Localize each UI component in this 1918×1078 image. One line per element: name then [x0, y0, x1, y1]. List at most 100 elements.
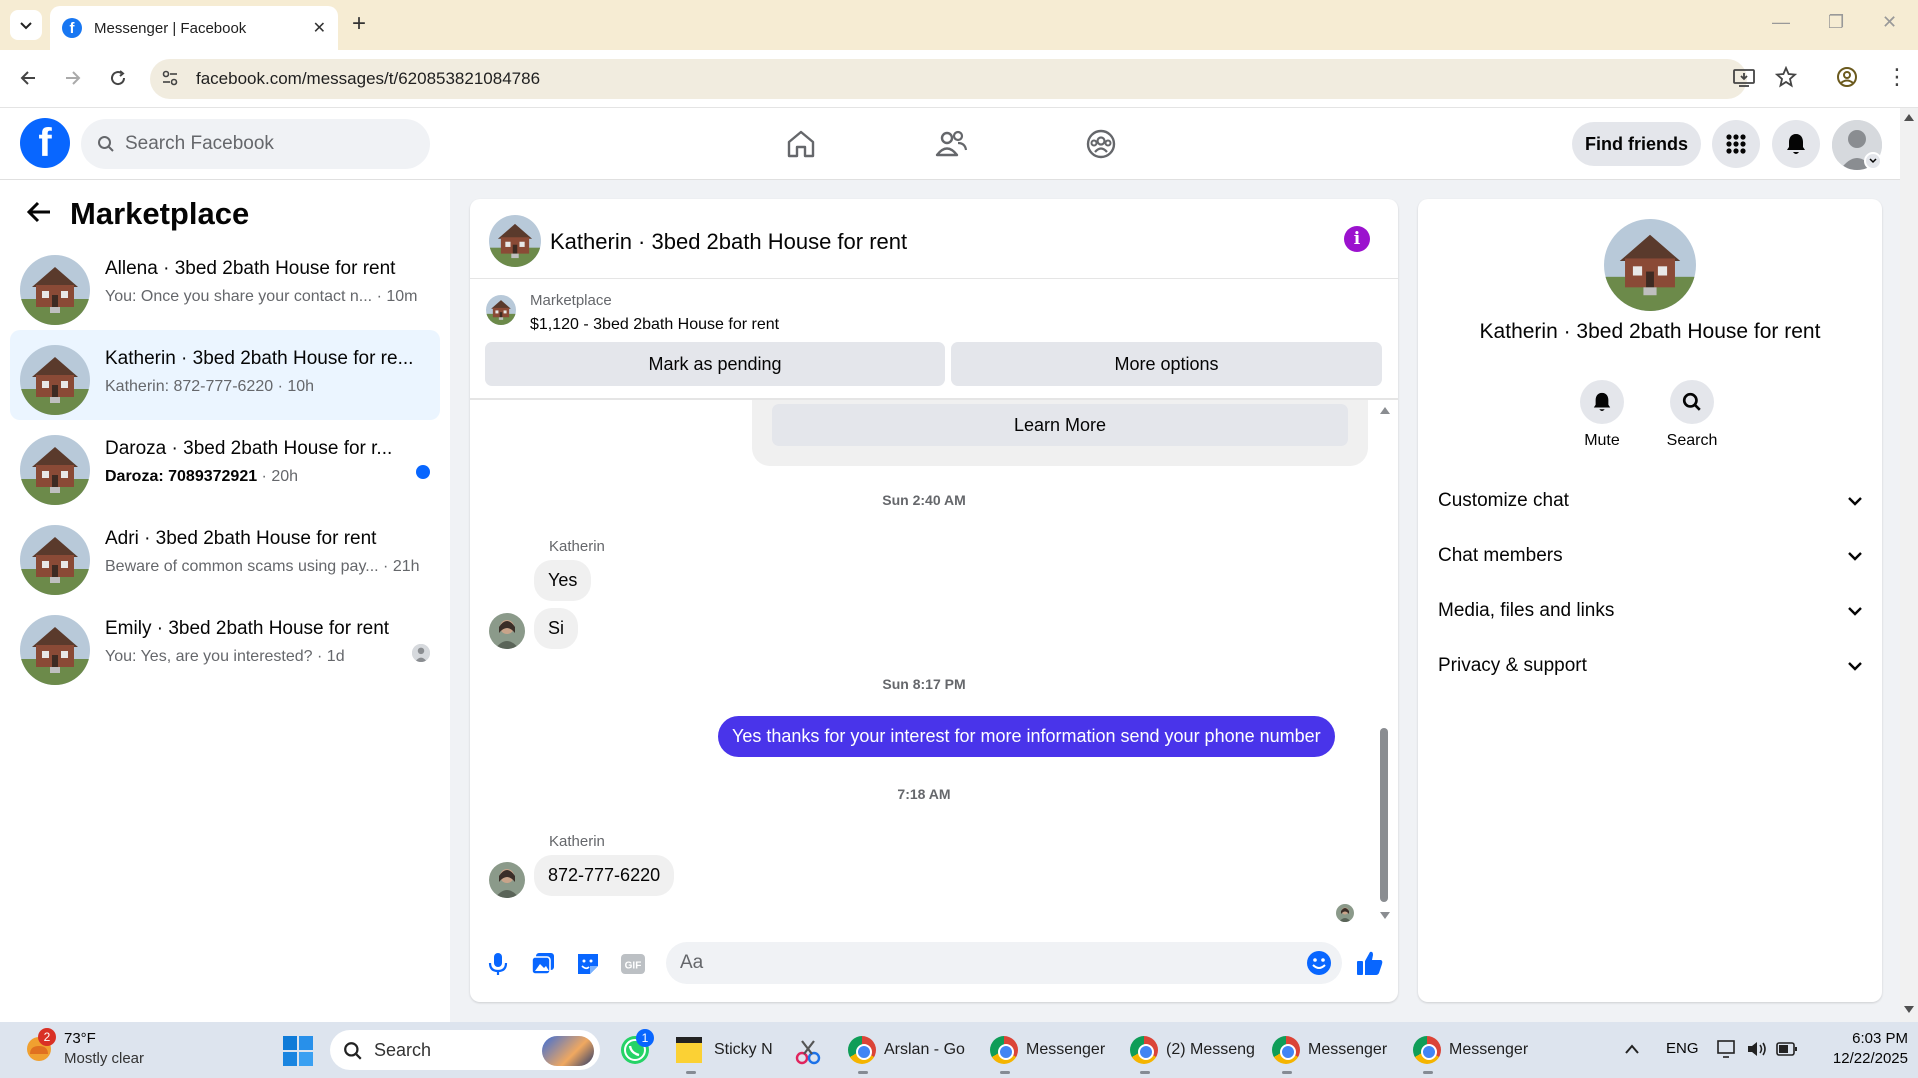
- snipping-tool-icon[interactable]: [794, 1038, 822, 1066]
- profile-icon[interactable]: [1836, 66, 1858, 88]
- tab-title: Messenger | Facebook: [94, 19, 247, 37]
- incoming-message[interactable]: 872-777-6220: [534, 855, 675, 896]
- page-scroll-up-icon[interactable]: [1904, 113, 1914, 121]
- taskbar-chrome-messenger-3[interactable]: Messenger: [1272, 1022, 1387, 1078]
- conversation-item-active[interactable]: Katherin · 3bed 2bath House for re... Ka…: [10, 330, 440, 420]
- sticker-icon[interactable]: [574, 950, 602, 978]
- taskbar-chrome-arslan[interactable]: Arslan - Go: [848, 1022, 965, 1078]
- divider: [470, 278, 1398, 279]
- tab-search-button[interactable]: [10, 10, 42, 40]
- whatsapp-badge: 1: [636, 1029, 654, 1047]
- more-options-button[interactable]: More options: [951, 342, 1382, 386]
- reload-button[interactable]: [104, 64, 132, 92]
- chat-details-avatar[interactable]: [1604, 219, 1696, 311]
- message-placeholder: Aa: [680, 952, 704, 973]
- learn-more-button[interactable]: Learn More: [772, 404, 1348, 446]
- listing-thumbnail: [486, 295, 516, 325]
- conversation-item[interactable]: Daroza · 3bed 2bath House for r... Daroz…: [10, 420, 440, 510]
- facebook-search-input[interactable]: Search Facebook: [81, 119, 430, 169]
- find-friends-button[interactable]: Find friends: [1572, 122, 1701, 166]
- media-files-links-section[interactable]: Media, files and links: [1438, 591, 1862, 631]
- notifications-button[interactable]: [1772, 120, 1820, 168]
- thumbs-up-icon[interactable]: [1356, 950, 1384, 976]
- close-window-button[interactable]: ✕: [1882, 12, 1897, 33]
- forward-button[interactable]: [59, 64, 87, 92]
- info-icon[interactable]: i: [1344, 226, 1370, 252]
- taskbar-chrome-messenger-4[interactable]: Messenger: [1413, 1022, 1528, 1078]
- groups-nav[interactable]: [1081, 125, 1121, 163]
- chat-avatar[interactable]: [489, 215, 541, 267]
- conversation-item[interactable]: Adri · 3bed 2bath House for rent Beware …: [10, 510, 440, 600]
- chevron-up-icon[interactable]: [1624, 1043, 1640, 1055]
- mark-as-pending-button[interactable]: Mark as pending: [485, 342, 945, 386]
- taskbar-app-label: Messenger: [1026, 1041, 1106, 1058]
- install-app-icon[interactable]: [1733, 68, 1755, 88]
- bookmark-star-icon[interactable]: [1775, 66, 1797, 88]
- new-tab-button[interactable]: +: [352, 12, 366, 36]
- page-scrollbar[interactable]: [1900, 108, 1918, 1022]
- scroll-up-arrow-icon[interactable]: [1380, 406, 1390, 414]
- weather-temp: 73°F: [64, 1030, 96, 1047]
- timestamp: 7:18 AM: [897, 786, 951, 802]
- account-chevron-icon[interactable]: [1864, 152, 1882, 170]
- chat-members-section[interactable]: Chat members: [1438, 536, 1862, 576]
- facebook-logo[interactable]: f: [20, 118, 70, 168]
- friends-nav[interactable]: [931, 125, 971, 163]
- chat-title[interactable]: Katherin · 3bed 2bath House for rent: [550, 229, 907, 255]
- conversation-item[interactable]: Allena · 3bed 2bath House for rent You: …: [10, 240, 440, 330]
- clock-time[interactable]: 6:03 PM: [1808, 1030, 1908, 1047]
- home-nav[interactable]: [781, 125, 821, 163]
- outgoing-message[interactable]: Yes thanks for your interest for more in…: [718, 716, 1335, 757]
- message-input[interactable]: Aa: [666, 942, 1342, 984]
- search-icon: [97, 135, 115, 153]
- mute-button[interactable]: [1580, 380, 1624, 424]
- minimize-button[interactable]: —: [1772, 12, 1790, 33]
- page-scroll-down-icon[interactable]: [1904, 1006, 1914, 1014]
- scroll-down-arrow-icon[interactable]: [1380, 912, 1390, 920]
- privacy-support-section[interactable]: Privacy & support: [1438, 646, 1862, 686]
- section-label: Privacy & support: [1438, 655, 1587, 676]
- address-bar[interactable]: facebook.com/messages/t/620853821084786: [150, 59, 1747, 99]
- volume-icon[interactable]: [1746, 1039, 1768, 1059]
- microphone-icon[interactable]: [484, 950, 512, 978]
- listing-title[interactable]: $1,120 - 3bed 2bath House for rent: [530, 316, 779, 334]
- photo-attach-icon[interactable]: [529, 950, 557, 978]
- listing-thumbnail: [20, 435, 90, 505]
- taskbar-sticky-notes[interactable]: Sticky N: [676, 1022, 773, 1078]
- browser-menu-icon[interactable]: ⋮: [1886, 64, 1908, 90]
- incoming-message[interactable]: Si: [534, 608, 579, 649]
- conversation-item[interactable]: Emily · 3bed 2bath House for rent You: Y…: [10, 600, 440, 690]
- gif-icon[interactable]: GIF: [619, 950, 647, 978]
- site-info-icon[interactable]: [160, 68, 180, 88]
- customize-chat-section[interactable]: Customize chat: [1438, 481, 1862, 521]
- network-icon[interactable]: [1716, 1039, 1738, 1059]
- chrome-icon: [1413, 1036, 1441, 1064]
- sender-avatar[interactable]: [489, 613, 525, 649]
- incoming-message[interactable]: Yes: [534, 560, 592, 601]
- conversation-preview: You: Once you share your contact n... · …: [105, 288, 418, 305]
- listing-thumbnail: [20, 525, 90, 595]
- weather-badge: 2: [38, 1028, 56, 1046]
- taskbar-chrome-messenger-2[interactable]: (2) Messeng: [1130, 1022, 1255, 1078]
- restore-button[interactable]: ❐: [1828, 12, 1844, 33]
- friends-icon: [935, 130, 968, 157]
- grid-menu-icon: [1726, 134, 1746, 154]
- browser-tab[interactable]: f Messenger | Facebook ✕: [50, 6, 338, 50]
- svg-text:GIF: GIF: [625, 961, 642, 972]
- menu-button[interactable]: [1712, 120, 1760, 168]
- battery-icon[interactable]: [1776, 1041, 1798, 1057]
- chat-scrollbar-thumb[interactable]: [1380, 728, 1388, 902]
- back-arrow-icon[interactable]: [26, 200, 52, 224]
- language-indicator[interactable]: ENG: [1666, 1040, 1699, 1057]
- windows-start-icon[interactable]: [283, 1036, 313, 1066]
- arrow-right-icon: [66, 71, 81, 85]
- taskbar-chrome-messenger-1[interactable]: Messenger: [990, 1022, 1105, 1078]
- emoji-icon[interactable]: [1306, 950, 1332, 976]
- facebook-favicon-icon: f: [62, 18, 82, 38]
- section-label: Customize chat: [1438, 490, 1569, 511]
- search-conversation-button[interactable]: [1670, 380, 1714, 424]
- clock-date[interactable]: 12/22/2025: [1808, 1050, 1908, 1067]
- sender-avatar[interactable]: [489, 862, 525, 898]
- back-button[interactable]: [14, 64, 42, 92]
- tab-close-icon[interactable]: ✕: [313, 18, 326, 38]
